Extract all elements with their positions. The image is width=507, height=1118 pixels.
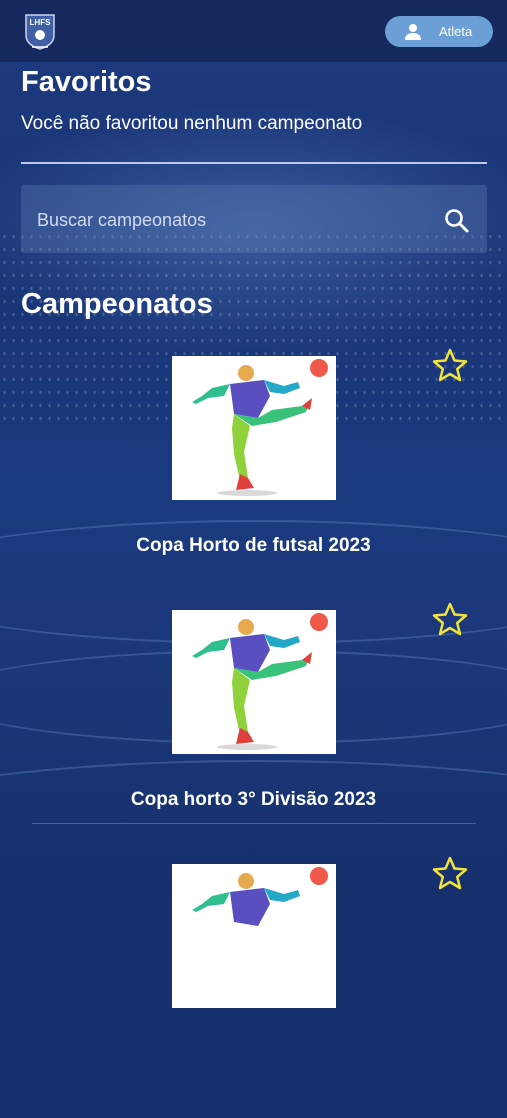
championships-title: Campeonatos bbox=[21, 288, 213, 320]
search-box bbox=[21, 185, 487, 253]
user-profile-button[interactable]: Atleta bbox=[385, 16, 493, 47]
championship-image bbox=[172, 610, 336, 754]
user-button-label: Atleta bbox=[439, 24, 473, 39]
championship-card[interactable]: Copa horto 3° Divisão 2023 bbox=[0, 602, 507, 864]
championship-image bbox=[172, 356, 336, 500]
championship-image bbox=[172, 864, 336, 1008]
championship-name: Copa Horto de futsal 2023 bbox=[136, 535, 371, 556]
league-logo[interactable]: LHFS bbox=[22, 13, 58, 51]
search-input[interactable] bbox=[35, 203, 419, 237]
championship-card[interactable] bbox=[0, 856, 507, 1118]
championship-card[interactable]: Copa Horto de futsal 2023 bbox=[0, 348, 507, 610]
favorite-star-icon[interactable] bbox=[432, 348, 468, 382]
search-icon[interactable] bbox=[444, 208, 470, 234]
svg-text:LHFS: LHFS bbox=[30, 18, 52, 27]
favorite-star-icon[interactable] bbox=[432, 602, 468, 636]
top-bar: LHFS Atleta bbox=[0, 0, 507, 62]
favorites-empty-message: Você não favoritou nenhum campeonato bbox=[21, 113, 363, 134]
user-icon bbox=[405, 24, 421, 40]
championship-name: Copa horto 3° Divisão 2023 bbox=[130, 789, 377, 810]
divider bbox=[21, 162, 487, 164]
favorite-star-icon[interactable] bbox=[432, 856, 468, 890]
favorites-title: Favoritos bbox=[21, 66, 152, 98]
card-divider bbox=[32, 823, 476, 824]
